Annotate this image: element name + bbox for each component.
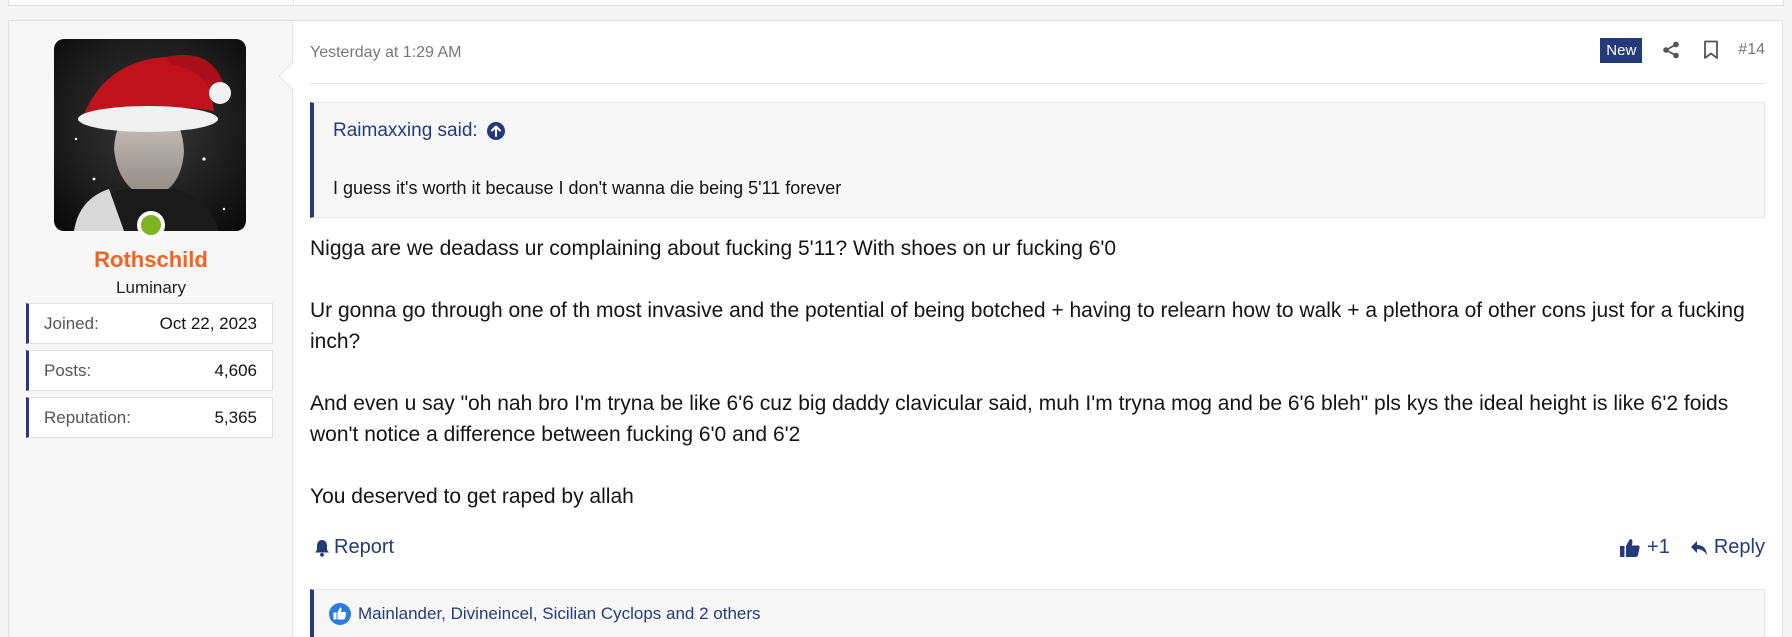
avatar-image	[54, 39, 246, 231]
post-container: Rothschild Luminary Joined: Oct 22, 2023…	[8, 20, 1783, 637]
body-paragraph: And even u say "oh nah bro I'm tryna be …	[310, 392, 1729, 446]
previous-post-divider	[293, 0, 294, 5]
online-status-indicator	[137, 211, 165, 239]
post-footer: Report +1 Reply	[310, 536, 1765, 566]
post-number[interactable]: #14	[1738, 41, 1765, 59]
stat-value: Oct 22, 2023	[159, 313, 257, 333]
bookmark-icon[interactable]	[1698, 37, 1724, 63]
post-attribution: New #14	[1600, 35, 1765, 65]
bell-icon	[315, 539, 329, 557]
header-divider	[310, 83, 1765, 84]
stat-value: 5,365	[214, 407, 257, 427]
user-column: Rothschild Luminary Joined: Oct 22, 2023…	[9, 21, 293, 637]
thumbs-up-icon	[1620, 538, 1640, 557]
reactions-users[interactable]: Mainlander, Divineincel, Sicilian Cyclop…	[358, 604, 761, 624]
report-label: Report	[334, 536, 395, 558]
like-count: +1	[1647, 536, 1670, 558]
report-button[interactable]: Report	[314, 536, 394, 559]
quote-text: I guess it's worth it because I don't wa…	[333, 178, 842, 198]
body-paragraph: You deserved to get raped by allah	[310, 485, 634, 508]
stat-value: 4,606	[214, 360, 257, 380]
like-reaction-icon	[329, 603, 351, 625]
reply-icon	[1690, 540, 1707, 555]
post-actions: +1 Reply	[1619, 536, 1765, 559]
reply-button[interactable]: Reply	[1690, 536, 1765, 559]
body-paragraph: Ur gonna go through one of th most invas…	[310, 299, 1745, 353]
quote-title[interactable]: Raimaxxing said:	[333, 120, 506, 142]
reactions-bar[interactable]: Mainlander, Divineincel, Sicilian Cyclop…	[310, 589, 1765, 637]
quote-block: Raimaxxing said: I guess it's worth it b…	[310, 102, 1765, 218]
message-main: Yesterday at 1:29 AM New #14 Raimaxxing …	[310, 21, 1782, 637]
stat-label: Posts:	[44, 360, 92, 380]
post-body: Nigga are we deadass ur complaining abou…	[310, 233, 1765, 543]
new-badge: New	[1600, 37, 1643, 63]
share-icon[interactable]	[1658, 37, 1684, 63]
stat-reputation: Reputation: 5,365	[26, 397, 273, 438]
stat-joined: Joined: Oct 22, 2023	[26, 303, 273, 344]
stat-label: Reputation:	[44, 407, 131, 427]
post-date[interactable]: Yesterday at 1:29 AM	[310, 44, 462, 62]
jump-to-quote-icon[interactable]	[486, 121, 506, 141]
stat-posts: Posts: 4,606	[26, 350, 273, 391]
stat-label: Joined:	[44, 313, 99, 333]
username[interactable]: Rothschild	[9, 247, 293, 273]
like-button[interactable]: +1	[1619, 536, 1670, 559]
avatar[interactable]	[54, 39, 246, 231]
user-title: Luminary	[116, 278, 186, 297]
reply-label: Reply	[1713, 536, 1765, 558]
body-paragraph: Nigga are we deadass ur complaining abou…	[310, 237, 1117, 260]
quote-author[interactable]: Raimaxxing said:	[333, 120, 478, 142]
previous-post-edge	[8, 0, 1784, 6]
